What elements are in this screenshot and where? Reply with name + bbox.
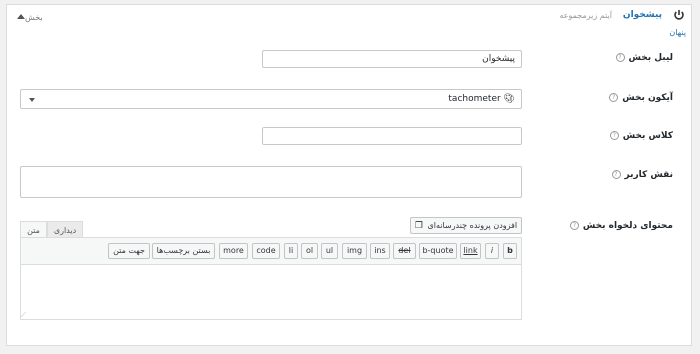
help-icon[interactable]: ?	[611, 170, 621, 179]
user-role-field-label: نقش کاربر?	[611, 170, 673, 180]
menu-item-title[interactable]: پیشخوان	[623, 10, 662, 20]
media-icon: ❐	[414, 221, 423, 231]
ins-button[interactable]: ins	[370, 243, 390, 259]
css-class-field-label: کلاس بخش?	[609, 131, 673, 141]
css-class-input[interactable]	[262, 127, 522, 145]
hide-link[interactable]: پنهان	[669, 28, 686, 37]
add-media-button[interactable]: افزودن پرونده چندرسانه‌ای ❐	[410, 217, 522, 234]
close-tags-button[interactable]: بستن برچسب‌ها	[152, 243, 215, 259]
chevron-up-icon	[17, 14, 25, 19]
help-icon[interactable]: ?	[609, 131, 619, 140]
ul-button[interactable]: ul	[321, 243, 338, 259]
label-field-label: لیبل بخش?	[615, 53, 673, 63]
code-button[interactable]: code	[252, 243, 280, 259]
del-button[interactable]: del	[393, 243, 416, 259]
collapse-toggle[interactable]: بخش	[14, 13, 43, 22]
text-direction-button[interactable]: جهت متن	[108, 243, 150, 259]
menu-item-type: آیتم زیرمجموعه	[559, 11, 612, 20]
icon-select-value: tachometer	[448, 94, 501, 104]
blockquote-button[interactable]: b-quote	[419, 243, 457, 259]
label-input[interactable]: پیشخوان	[262, 50, 522, 68]
icon-field-label: آیکون بخش?	[609, 93, 673, 103]
ol-button[interactable]: ol	[301, 243, 318, 259]
more-button[interactable]: more	[219, 243, 248, 259]
chevron-down-icon	[29, 98, 35, 102]
img-button[interactable]: img	[342, 243, 367, 259]
power-icon[interactable]	[673, 9, 685, 21]
collapse-label: بخش	[25, 13, 43, 22]
user-role-input[interactable]	[20, 166, 522, 198]
content-textarea[interactable]	[20, 264, 522, 320]
resize-handle-icon[interactable]: ⟋	[21, 311, 26, 320]
italic-button[interactable]: i	[485, 243, 499, 259]
li-button[interactable]: li	[284, 243, 298, 259]
help-icon[interactable]: ?	[569, 221, 579, 230]
help-icon[interactable]: ?	[609, 93, 619, 102]
bold-button[interactable]: b	[503, 243, 517, 259]
tachometer-icon: 🎨︎	[503, 94, 515, 104]
help-icon[interactable]: ?	[615, 53, 625, 62]
icon-select[interactable]: 🎨︎ tachometer	[20, 89, 522, 109]
link-button[interactable]: link	[460, 243, 481, 259]
custom-content-field-label: محتوای دلخواه بخش?	[569, 221, 673, 231]
